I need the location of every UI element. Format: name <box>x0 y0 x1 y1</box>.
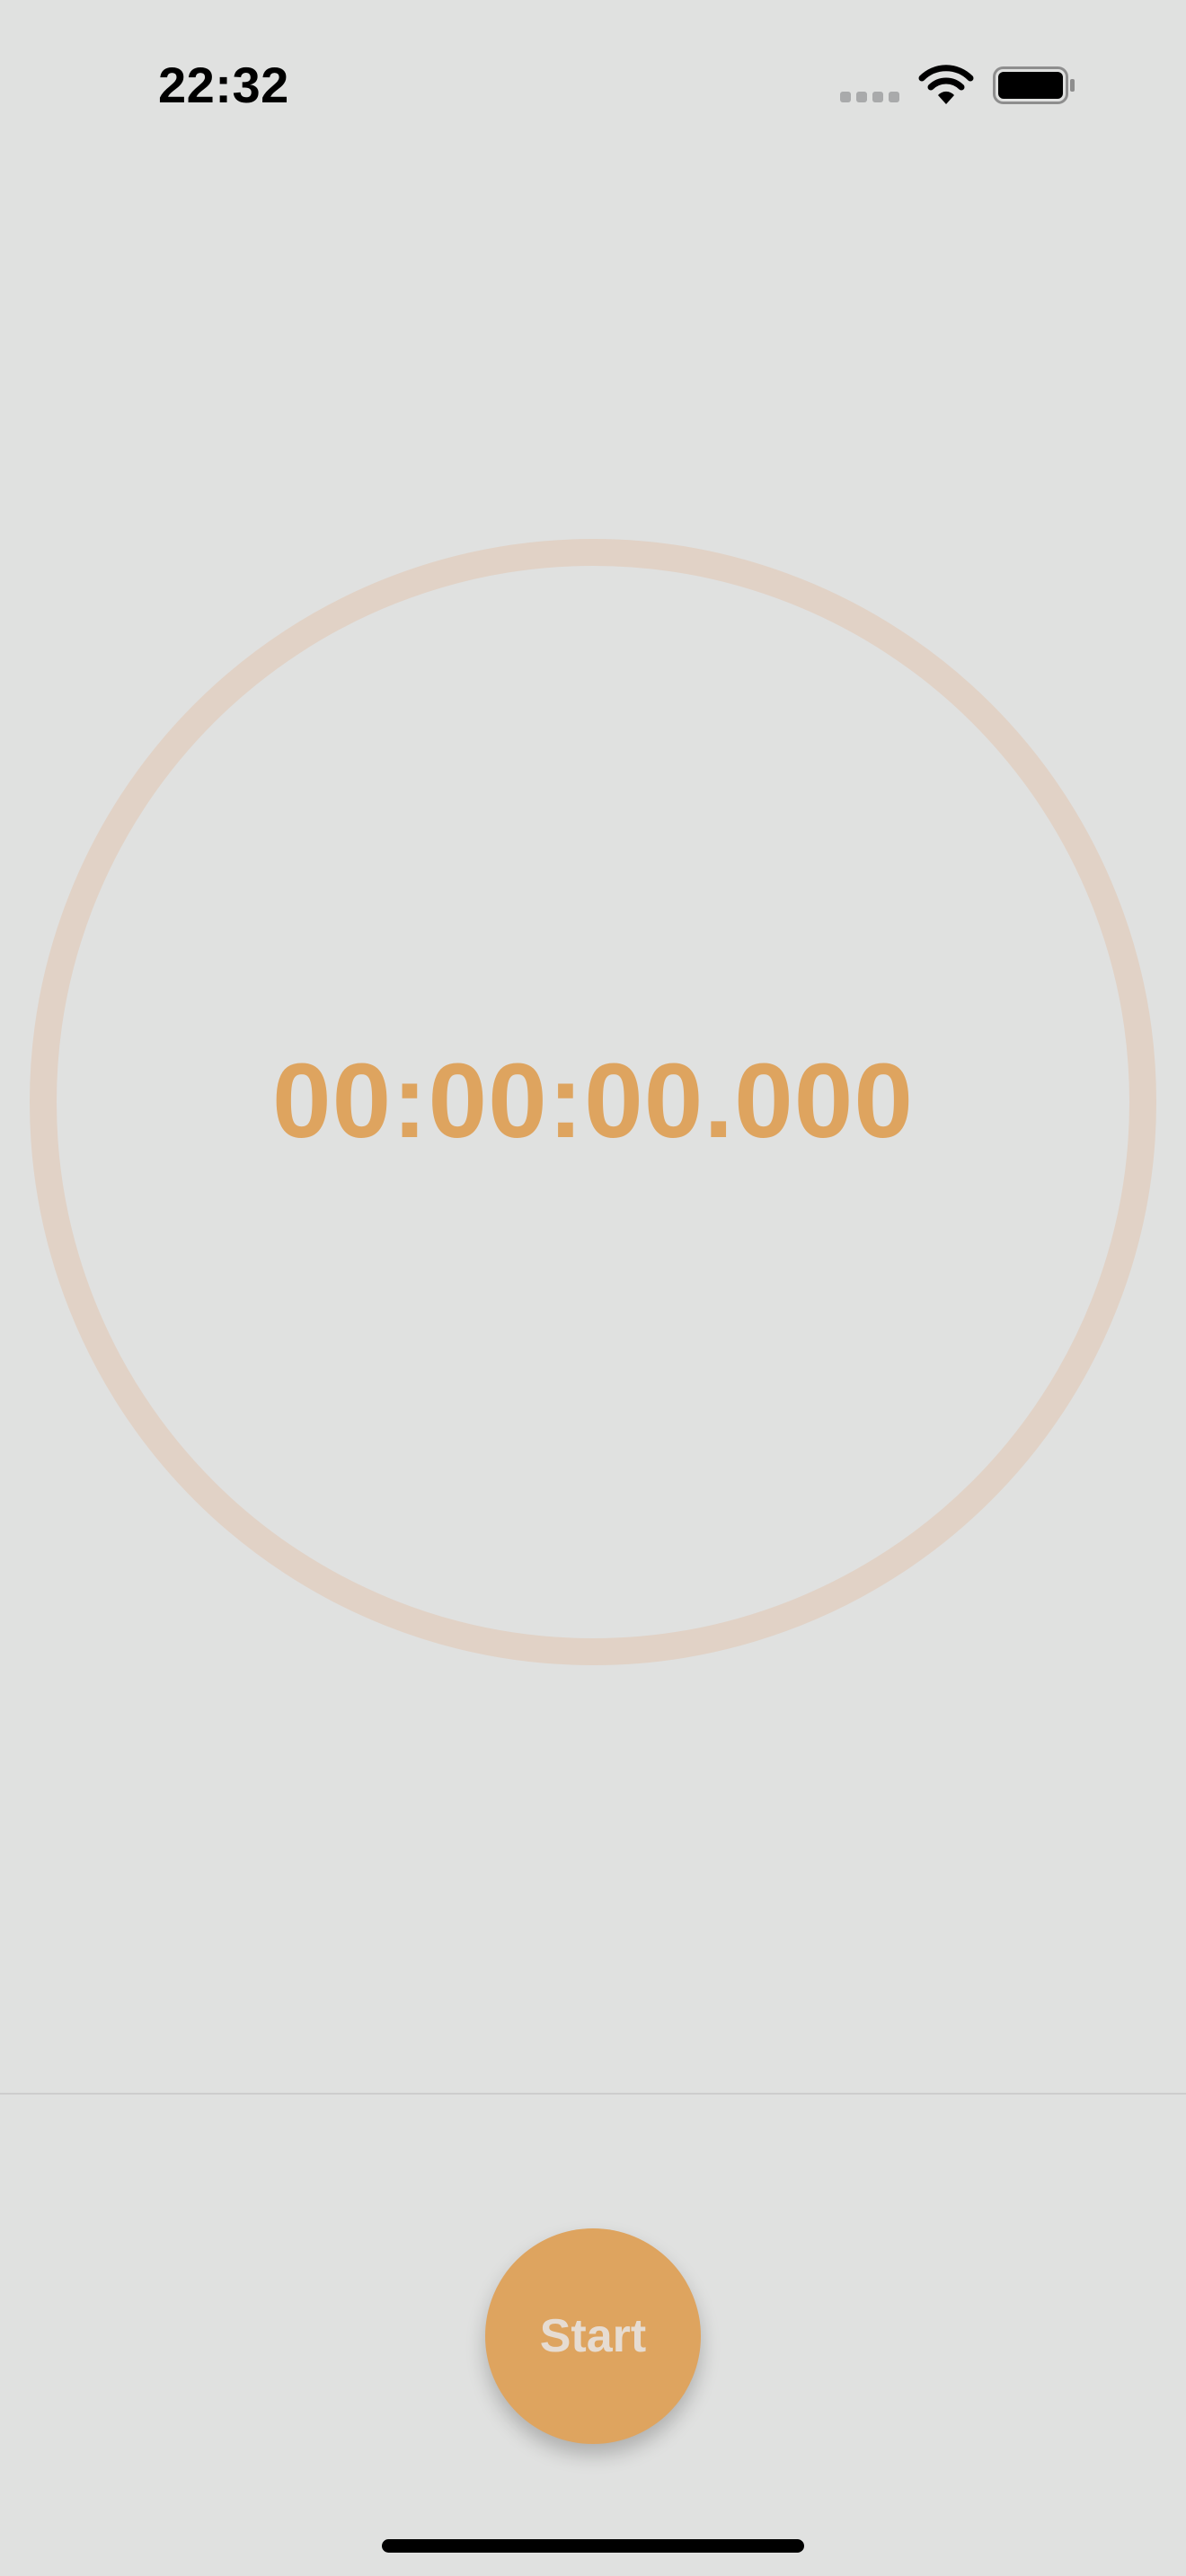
stopwatch-screen: 22:32 00:00:00.000 Start <box>0 0 1186 2576</box>
controls-divider <box>0 2093 1186 2095</box>
status-time: 22:32 <box>158 57 289 113</box>
wifi-icon <box>918 63 974 106</box>
cellular-signal-icon <box>840 92 903 104</box>
battery-icon <box>993 66 1075 104</box>
start-button[interactable]: Start <box>485 2228 701 2444</box>
elapsed-time-display: 00:00:00.000 <box>271 1042 914 1160</box>
home-indicator[interactable] <box>382 2539 804 2553</box>
